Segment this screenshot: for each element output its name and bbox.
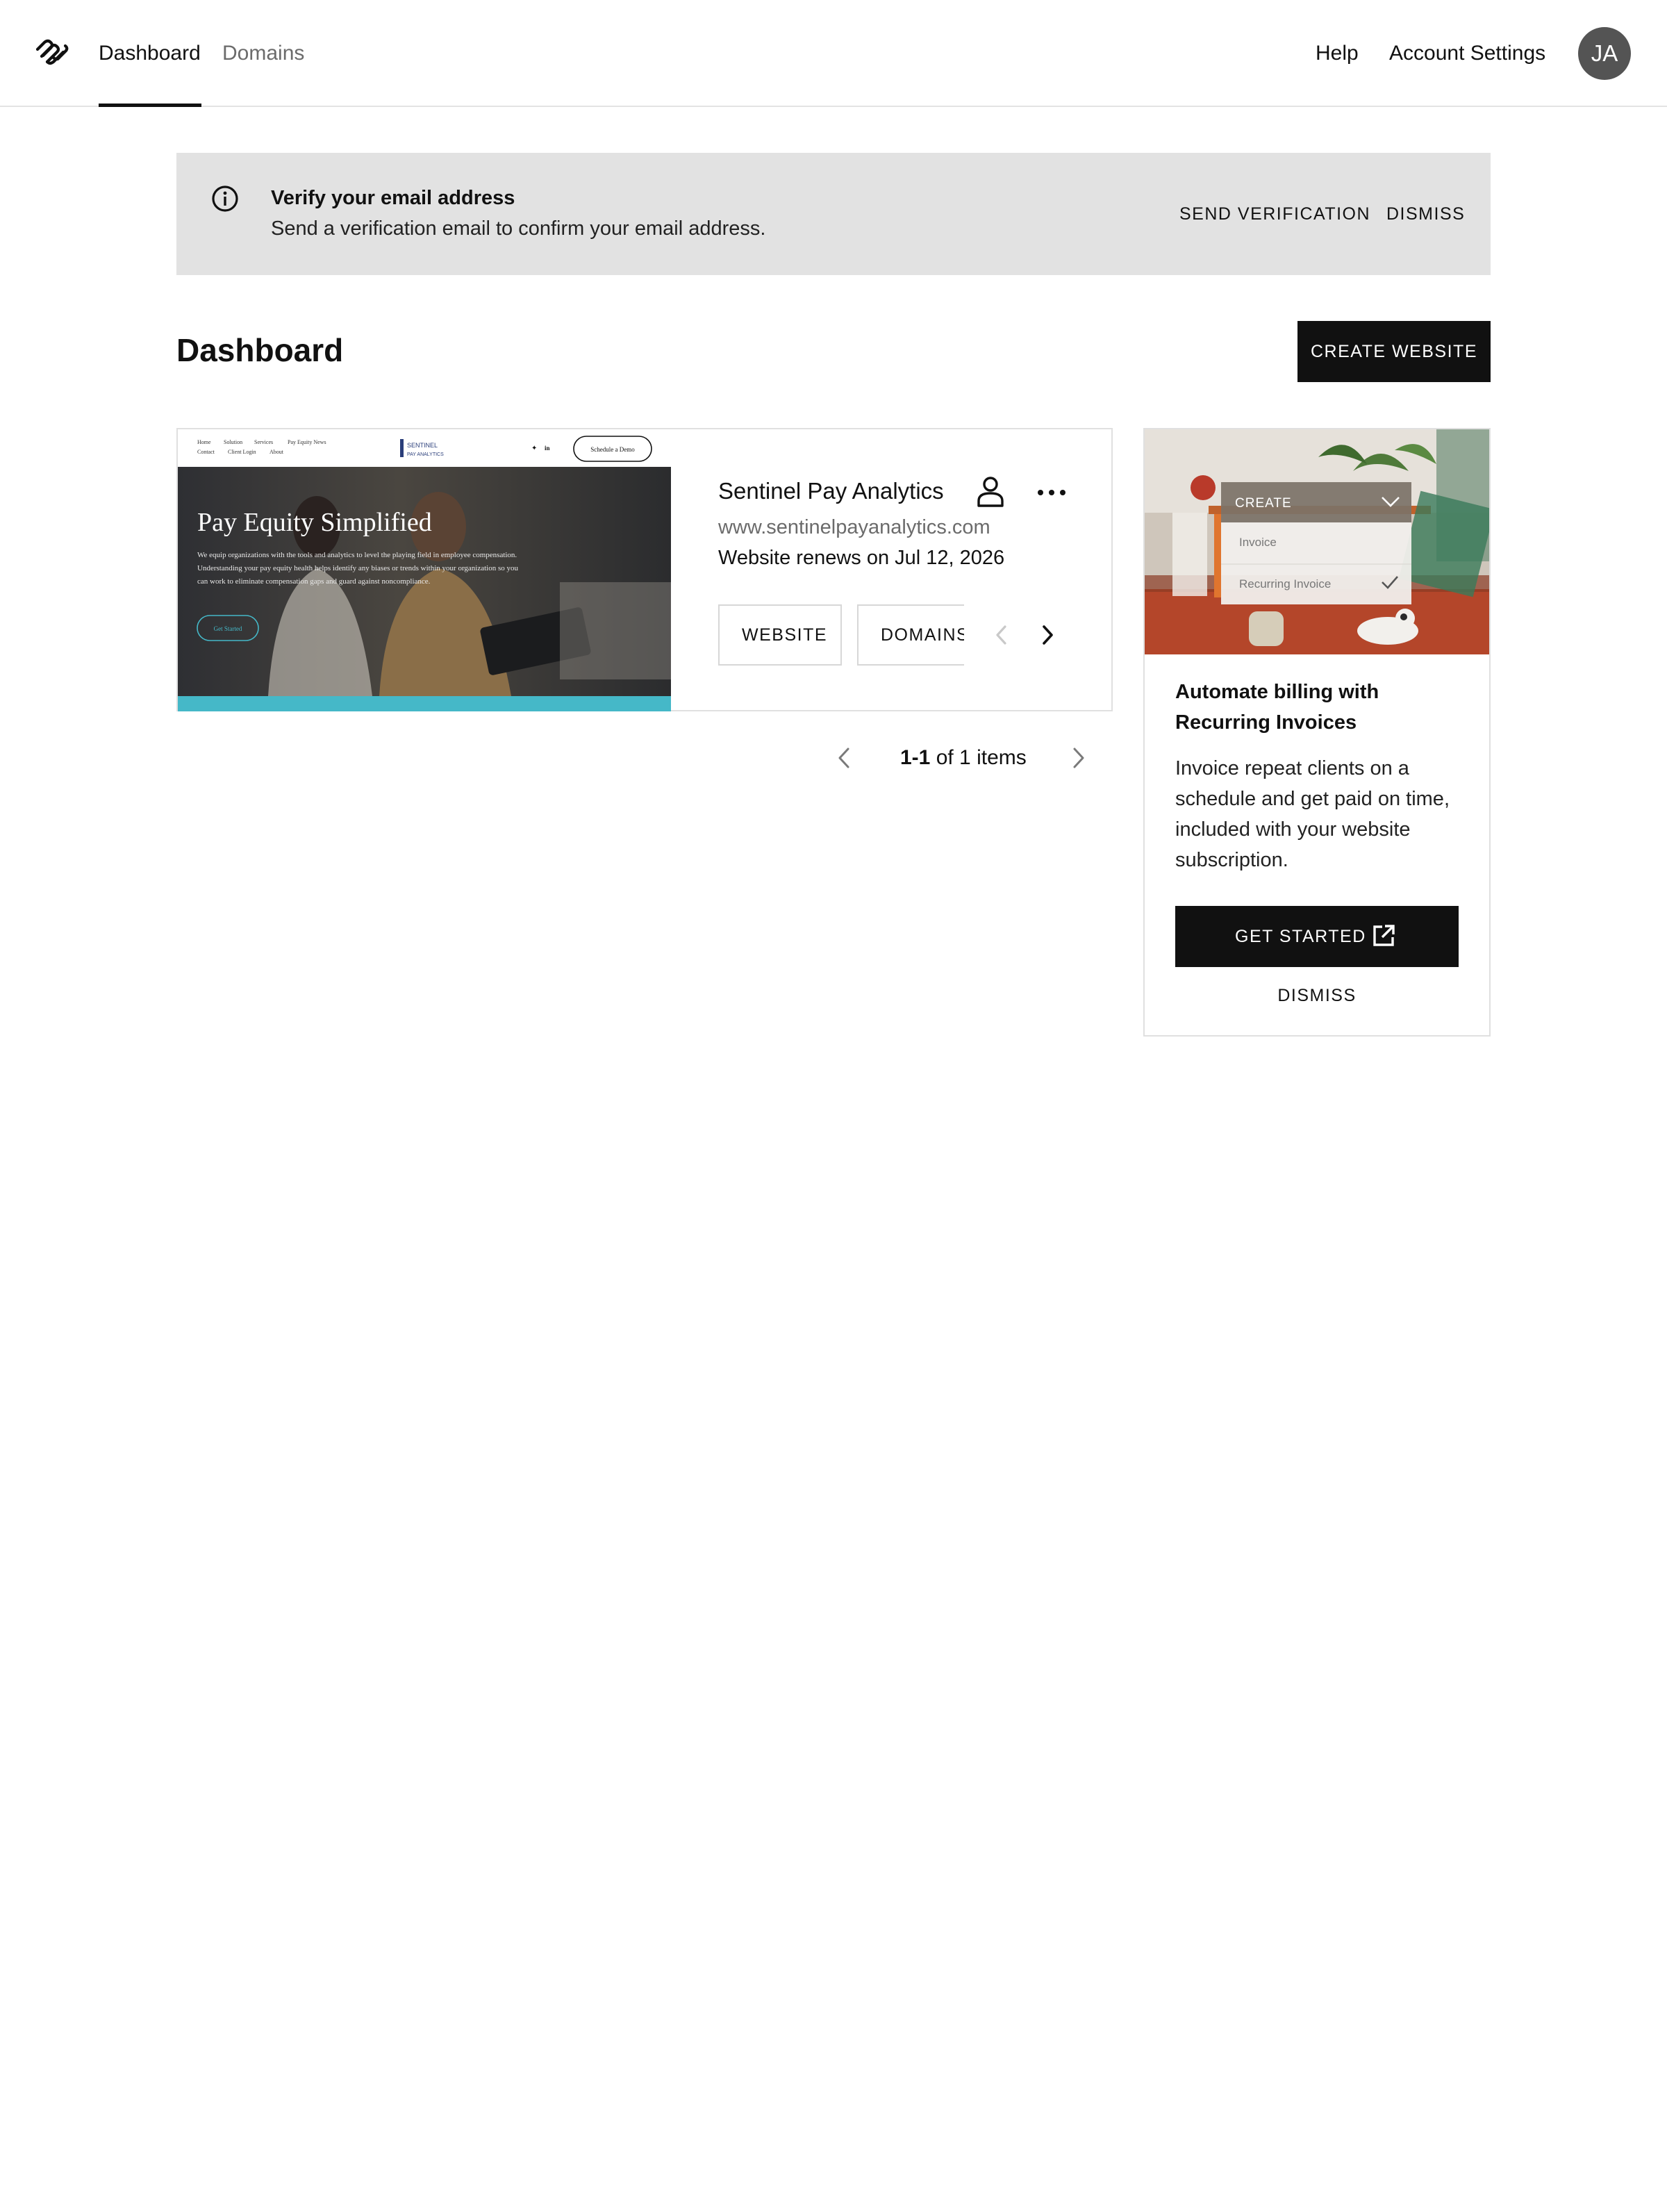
domains-chip-button[interactable]: DOMAINS [857, 604, 964, 666]
site-url[interactable]: www.sentinelpayanalytics.com [718, 514, 990, 540]
thumb-brand: SENTINEL [407, 442, 438, 449]
account-settings-link[interactable]: Account Settings [1389, 40, 1545, 67]
owner-person-icon[interactable] [975, 475, 1006, 509]
squarespace-logo-icon[interactable] [35, 38, 69, 69]
website-chip-button[interactable]: WEBSITE [718, 604, 842, 666]
site-renewal-date: Website renews on Jul 12, 2026 [718, 547, 1005, 569]
more-options-icon[interactable] [1035, 482, 1068, 503]
banner-dismiss-button[interactable]: DISMISS [1386, 202, 1465, 226]
tab-domains[interactable]: Domains [222, 40, 304, 67]
avatar[interactable]: JA [1578, 27, 1631, 80]
chevron-left-icon [996, 625, 1006, 645]
thumb-cta: Schedule a Demo [590, 446, 635, 453]
linkedin-icon: in [545, 445, 550, 452]
banner-message: Send a verification email to confirm you… [271, 217, 766, 240]
tab-dashboard[interactable]: Dashboard [99, 40, 201, 67]
promo-menu-header: CREATE [1235, 496, 1292, 511]
site-quick-links: WEBSITE DOMAINS [718, 604, 964, 667]
page-next-chevron-icon[interactable] [1068, 745, 1089, 771]
thumb-nav-link: Contact [197, 449, 215, 455]
thumb-brand-sub: PAY ANALYTICS [407, 452, 444, 457]
thumb-nav-link: Pay Equity News [288, 439, 326, 445]
thumb-hero-text: We equip organizations with the tools an… [197, 551, 519, 586]
banner-title: Verify your email address [271, 187, 515, 209]
thumb-nav-link: Services [254, 439, 273, 445]
info-icon [212, 185, 238, 212]
chevron-right-icon[interactable] [1038, 622, 1057, 647]
thumbnail-accent-bar [178, 696, 671, 711]
thumb-nav-link: Solution [224, 439, 242, 445]
create-website-button[interactable]: CREATE WEBSITE [1297, 321, 1491, 382]
promo-menu-item: Recurring Invoice [1239, 577, 1331, 591]
website-thumbnail[interactable]: Home Solution Services Pay Equity News C… [178, 429, 671, 711]
promo-dismiss-button[interactable]: DISMISS [1145, 984, 1489, 1007]
site-name[interactable]: Sentinel Pay Analytics [718, 477, 954, 506]
promo-menu-item: Invoice [1239, 536, 1277, 549]
promo-title: Automate billing with Recurring Invoices [1175, 681, 1379, 734]
thumb-nav-link: Home [197, 439, 211, 445]
thumb-brand-icon [400, 439, 404, 457]
thumb-hero-button: Get Started [214, 625, 242, 632]
recurring-invoices-promo: CREATE Invoice Recurring Invoice Automat… [1143, 428, 1491, 1037]
get-started-label: GET STARTED [1235, 927, 1366, 946]
get-started-button[interactable]: GET STARTED [1175, 906, 1459, 967]
pagination-range: 1-1 [900, 746, 931, 769]
verify-email-banner: Verify your email address Send a verific… [176, 153, 1491, 275]
help-link[interactable]: Help [1316, 40, 1359, 67]
promo-image: CREATE Invoice Recurring Invoice [1145, 429, 1489, 654]
thumb-nav-link: Client Login [228, 449, 256, 455]
send-verification-button[interactable]: SEND VERIFICATION [1179, 202, 1370, 226]
twitter-icon: ✦ [531, 445, 537, 452]
website-card: Home Solution Services Pay Equity News C… [176, 428, 1113, 711]
top-navigation: Dashboard Domains Help Account Settings … [0, 0, 1667, 107]
thumb-nav-link: About [269, 449, 284, 455]
thumb-hero-title: Pay Equity Simplified [197, 508, 432, 537]
page-prev-chevron-icon[interactable] [834, 745, 854, 771]
active-tab-indicator [99, 104, 201, 107]
pagination-total: of 1 items [936, 746, 1027, 769]
page-title: Dashboard [176, 332, 344, 368]
promo-description: Invoice repeat clients on a schedule and… [1175, 757, 1450, 871]
external-link-icon [1373, 925, 1395, 946]
pagination-summary: 1-1 of 1 items [900, 745, 1027, 771]
